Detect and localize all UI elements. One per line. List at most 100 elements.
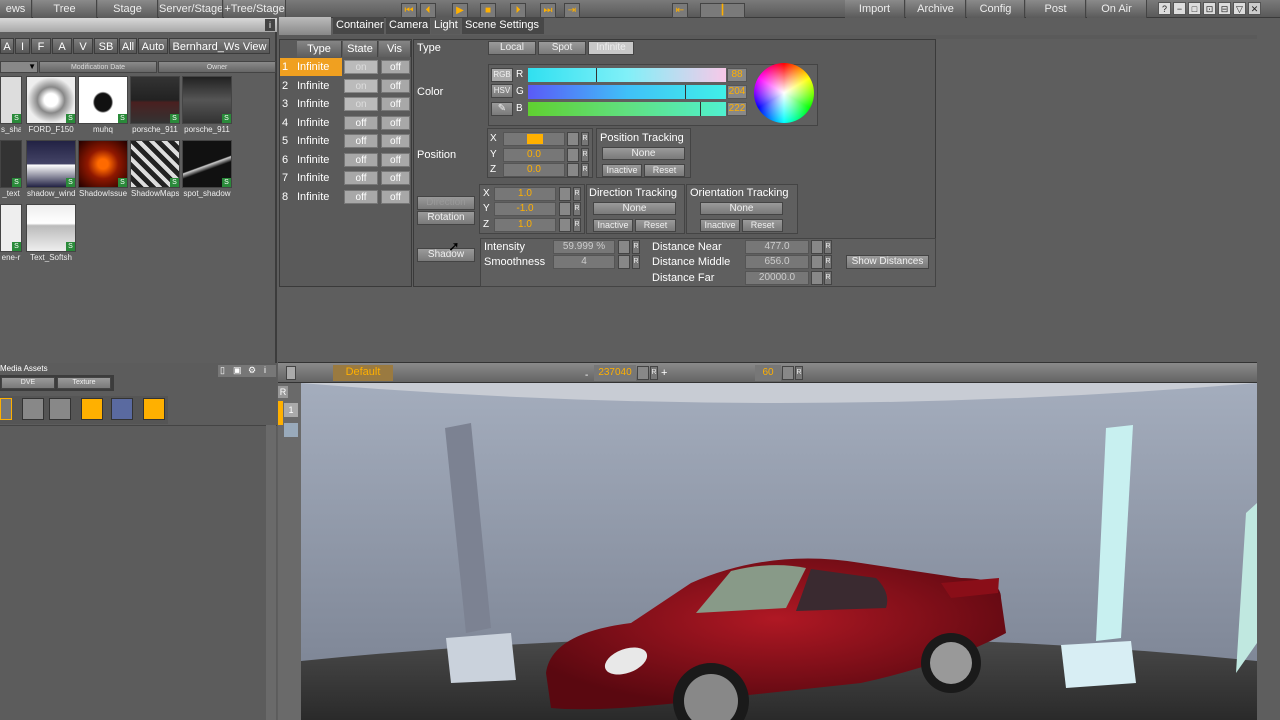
pos-x-spinner[interactable] — [567, 132, 579, 146]
dir-x-spinner[interactable] — [559, 187, 571, 201]
position-tracking-reset[interactable]: Reset — [644, 164, 685, 177]
distance-middle-reset[interactable]: R — [824, 255, 832, 269]
viewport-r-button[interactable]: R — [278, 386, 288, 398]
light-state-toggle[interactable]: off — [344, 115, 378, 130]
type-local-button[interactable]: Local — [488, 41, 536, 55]
light-vis-toggle[interactable]: off — [381, 97, 410, 111]
distance-far-field[interactable]: 20000.0 — [745, 271, 809, 285]
pos-y-field[interactable]: 0.0 — [503, 148, 565, 162]
asset-thumb-text-softsh[interactable]: Text_Softsh S — [26, 204, 76, 262]
light-vis-toggle[interactable]: off — [381, 171, 410, 185]
refresh-icon[interactable] — [143, 398, 165, 420]
light-row[interactable]: 2 Infinite on off — [280, 77, 410, 95]
media-tool-4[interactable] — [81, 398, 103, 420]
col-state[interactable]: State — [343, 41, 378, 57]
page-button[interactable]: 1 — [284, 403, 298, 417]
fps-reset[interactable]: R — [795, 366, 803, 380]
keyframe-icon[interactable]: ⇤ — [672, 3, 688, 18]
timeline-marker-icon[interactable]: ┃ — [700, 3, 745, 18]
light-vis-toggle[interactable]: off — [381, 134, 410, 148]
asset-path-bar[interactable]: i — [0, 18, 277, 32]
position-tracking-inactive[interactable]: Inactive — [602, 164, 642, 177]
asset-thumb-shadow-issue[interactable]: ShadowIssue S — [78, 140, 128, 198]
pos-y-reset[interactable]: R — [581, 148, 589, 162]
light-row[interactable]: 3 Infinite on off — [280, 95, 410, 113]
layer-icon[interactable] — [284, 423, 298, 437]
color-mode-hsv[interactable]: HSV — [491, 84, 513, 98]
fps-spinner[interactable] — [782, 366, 794, 380]
eyedropper-icon[interactable]: ✎ — [491, 102, 513, 116]
minimize-icon[interactable]: − — [1173, 2, 1186, 15]
light-state-toggle[interactable]: on — [344, 97, 378, 111]
filter-audio[interactable]: A — [52, 38, 72, 54]
pos-z-reset[interactable]: R — [581, 163, 589, 177]
close-icon[interactable]: ✕ — [1248, 2, 1261, 15]
orientation-tracking-reset[interactable]: Reset — [742, 219, 783, 232]
filter-fonts[interactable]: F — [31, 38, 51, 54]
go-end-icon[interactable]: ⏭ — [540, 3, 556, 18]
light-state-toggle[interactable]: off — [344, 134, 378, 148]
asset-thumb-text[interactable]: _text S — [0, 140, 22, 198]
direction-tracking-reset[interactable]: Reset — [635, 219, 676, 232]
intensity-spinner[interactable] — [618, 240, 630, 254]
direction-tracking-inactive[interactable]: Inactive — [593, 219, 633, 232]
light-vis-toggle[interactable]: off — [381, 115, 410, 130]
dir-z-spinner[interactable] — [559, 218, 571, 232]
distance-middle-spinner[interactable] — [811, 255, 823, 269]
type-infinite-button[interactable]: Infinite — [588, 41, 634, 55]
top-tab-import[interactable]: Import — [845, 0, 905, 18]
asset-thumb-scene-r[interactable]: ene-r S — [0, 204, 22, 262]
red-value[interactable]: 88 — [727, 68, 747, 82]
frame-reset[interactable]: R — [650, 366, 658, 380]
light-state-toggle[interactable]: off — [344, 152, 378, 167]
tab-scene-settings[interactable]: Scene Settings — [462, 17, 544, 34]
color-mode-rgb[interactable]: RGB — [491, 68, 513, 82]
light-vis-toggle[interactable]: off — [381, 152, 410, 167]
step-back-icon[interactable]: ⏴ — [420, 3, 436, 18]
go-start-icon[interactable]: ⏮ — [401, 3, 417, 18]
light-vis-toggle[interactable]: off — [381, 78, 410, 93]
media-tool-2[interactable] — [22, 398, 44, 420]
pos-x-reset[interactable]: R — [581, 132, 589, 146]
light-vis-toggle[interactable]: off — [381, 60, 410, 74]
pos-y-spinner[interactable] — [567, 148, 579, 162]
col-type[interactable]: Type — [297, 41, 342, 57]
red-slider[interactable] — [528, 68, 726, 82]
orientation-tracking-inactive[interactable]: Inactive — [700, 219, 740, 232]
maximize-icon[interactable]: □ — [1188, 2, 1201, 15]
minus-icon[interactable]: - — [585, 370, 588, 381]
media-tool-3[interactable] — [49, 398, 71, 420]
filter-all-a[interactable]: A — [0, 38, 14, 54]
blue-slider[interactable] — [528, 102, 726, 116]
tile-icon[interactable]: ⊟ — [1218, 2, 1231, 15]
filter-scenes[interactable]: SB — [94, 38, 118, 54]
media-scrollbar[interactable] — [266, 425, 276, 720]
asset-thumb-muhq[interactable]: muhq S — [78, 76, 128, 134]
green-slider[interactable] — [528, 85, 726, 99]
distance-far-spinner[interactable] — [811, 271, 823, 285]
show-distances-button[interactable]: Show Distances — [846, 255, 929, 269]
distance-near-field[interactable]: 477.0 — [745, 240, 809, 254]
dir-y-spinner[interactable] — [559, 202, 571, 216]
stop-icon[interactable]: ■ — [480, 3, 496, 18]
blue-value[interactable]: 222 — [727, 102, 747, 116]
light-state-toggle[interactable]: off — [344, 171, 378, 185]
media-tab-texture[interactable]: Texture — [57, 377, 111, 389]
distance-far-reset[interactable]: R — [824, 271, 832, 285]
step-forward-icon[interactable]: ⏵ — [510, 3, 526, 18]
direction-tracking-none[interactable]: None — [593, 202, 676, 215]
distance-near-spinner[interactable] — [811, 240, 823, 254]
intensity-field[interactable]: 59.999 % — [553, 240, 615, 254]
smoothness-field[interactable]: 4 — [553, 255, 615, 269]
media-tool-5[interactable] — [111, 398, 133, 420]
filter-auto[interactable]: Auto — [138, 38, 168, 54]
top-tab-post[interactable]: Post — [1026, 0, 1086, 18]
light-state-toggle[interactable]: on — [344, 60, 378, 74]
asset-thumb-spot-shadow[interactable]: spot_shadow S — [182, 140, 232, 198]
asset-thumb-ford-f150[interactable]: FORD_F150 S — [26, 76, 76, 134]
position-tracking-none[interactable]: None — [602, 147, 685, 160]
top-tab-server-stage[interactable]: Server/Stage — [159, 0, 223, 18]
color-wheel[interactable] — [754, 63, 814, 123]
sort-dropdown[interactable]: ▼ — [0, 61, 38, 73]
light-row[interactable]: 4 Infinite off off — [280, 114, 410, 132]
